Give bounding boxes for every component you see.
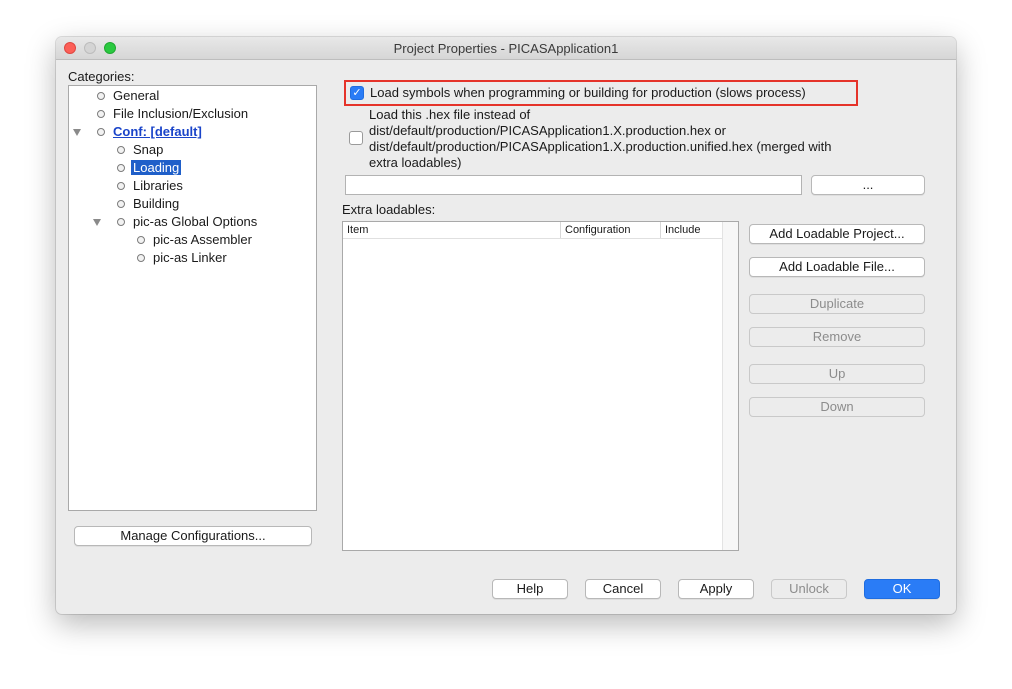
add-loadable-project-button[interactable]: Add Loadable Project... [749,224,925,244]
table-header: Item Configuration Include [343,222,723,239]
title-bar: Project Properties - PICASApplication1 [56,37,956,60]
hex-file-path-input[interactable] [345,175,802,195]
column-header-configuration[interactable]: Configuration [561,222,661,238]
manage-configurations-button[interactable]: Manage Configurations... [74,526,312,546]
leaf-bullet-icon [97,92,105,100]
tree-item-pic-as-linker[interactable]: pic-as Linker [135,249,229,267]
unlock-button[interactable]: Unlock [771,579,847,599]
down-button[interactable]: Down [749,397,925,417]
expand-triangle-icon[interactable] [73,129,81,136]
tree-item-building[interactable]: Building [115,195,181,213]
leaf-bullet-icon [117,200,125,208]
hex-instead-line-1: Load this .hex file instead of [369,107,531,122]
hex-file-instead-checkbox[interactable] [349,131,363,145]
tree-item-pic-as-global[interactable]: pic-as Global Options [93,213,259,231]
extra-loadables-label: Extra loadables: [342,202,436,217]
ok-button[interactable]: OK [864,579,940,599]
leaf-bullet-icon [117,146,125,154]
up-button[interactable]: Up [749,364,925,384]
load-symbols-label: Load symbols when programming or buildin… [370,85,806,100]
load-symbols-checkbox[interactable]: ✓ [350,86,364,100]
leaf-bullet-icon [117,164,125,172]
expand-triangle-icon[interactable] [93,219,101,226]
tree-item-libraries[interactable]: Libraries [115,177,185,195]
leaf-bullet-icon [97,110,105,118]
tree-item-pic-as-assembler[interactable]: pic-as Assembler [135,231,254,249]
remove-button[interactable]: Remove [749,327,925,347]
table-scrollbar[interactable] [722,222,738,550]
leaf-bullet-icon [117,218,125,226]
tree-item-general[interactable]: General [95,87,161,105]
project-properties-dialog: Project Properties - PICASApplication1 C… [56,37,956,614]
load-symbols-row: ✓ Load symbols when programming or build… [344,80,858,106]
cancel-button[interactable]: Cancel [585,579,661,599]
column-header-include[interactable]: Include [661,222,723,238]
column-header-item[interactable]: Item [343,222,561,238]
tree-item-file-inclusion[interactable]: File Inclusion/Exclusion [95,105,250,123]
categories-tree[interactable]: General File Inclusion/Exclusion Conf: [… [68,85,317,511]
window-title: Project Properties - PICASApplication1 [393,41,619,56]
browse-button[interactable]: ... [811,175,925,195]
hex-instead-line-3: dist/default/production/PICASApplication… [369,139,832,154]
tree-item-snap[interactable]: Snap [115,141,165,159]
leaf-bullet-icon [97,128,105,136]
help-button[interactable]: Help [492,579,568,599]
tree-item-loading[interactable]: Loading [115,159,182,177]
leaf-bullet-icon [137,236,145,244]
leaf-bullet-icon [117,182,125,190]
hex-instead-line-4: extra loadables) [369,155,462,170]
categories-label: Categories: [68,69,135,84]
apply-button[interactable]: Apply [678,579,754,599]
tree-item-conf-default[interactable]: Conf: [default] [73,123,204,141]
add-loadable-file-button[interactable]: Add Loadable File... [749,257,925,277]
extra-loadables-table[interactable]: Item Configuration Include [342,221,739,551]
duplicate-button[interactable]: Duplicate [749,294,925,314]
leaf-bullet-icon [137,254,145,262]
hex-instead-line-2: dist/default/production/PICASApplication… [369,123,726,138]
